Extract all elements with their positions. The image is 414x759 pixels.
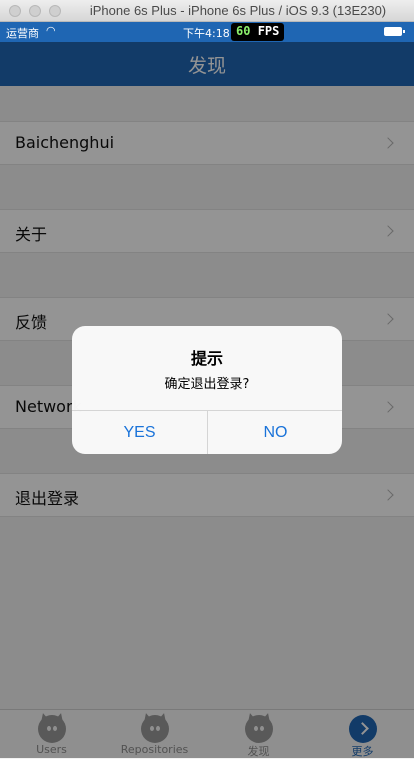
fps-value: 60: [236, 24, 251, 38]
clock: 下午4:18: [183, 27, 230, 40]
simulator-title-bar: iPhone 6s Plus - iPhone 6s Plus / iOS 9.…: [0, 0, 414, 22]
fps-unit: FPS: [257, 24, 280, 38]
alert-yes-button[interactable]: YES: [72, 411, 207, 454]
alert-no-button[interactable]: NO: [208, 411, 342, 454]
simulator-title: iPhone 6s Plus - iPhone 6s Plus / iOS 9.…: [89, 3, 387, 18]
wifi-icon: ◠: [46, 24, 56, 37]
alert-message: 确定退出登录?: [164, 377, 250, 392]
carrier-label: 运营商: [6, 27, 39, 40]
logout-alert-dialog: 提示 确定退出登录? YES NO: [72, 326, 342, 454]
fps-badge: 60 FPS: [231, 23, 285, 41]
battery-icon: [384, 27, 405, 36]
status-bar: 运营商 ◠ 下午4:18 60 FPS: [0, 22, 414, 42]
alert-title: 提示: [190, 349, 223, 368]
